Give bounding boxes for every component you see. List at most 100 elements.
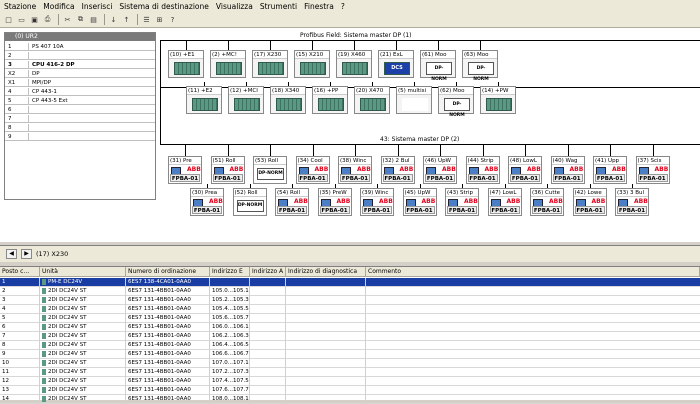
fpba-node[interactable]: (36) Cutte ABB FPBA-01 bbox=[530, 188, 564, 216]
dp-slave-node[interactable]: (15) X210 bbox=[294, 50, 330, 78]
cell-text: 106.2...106.3 bbox=[212, 333, 249, 339]
menu-item-2[interactable]: Inserisci bbox=[82, 2, 113, 11]
menu-item-0[interactable]: Stazione bbox=[4, 2, 36, 11]
fpba-node[interactable]: (31) Pre ABB FPBA-01 bbox=[168, 156, 202, 184]
fpba-node[interactable]: (38) Winc ABB FPBA-01 bbox=[338, 156, 372, 184]
dp-slave-node[interactable]: (17) X230 bbox=[252, 50, 288, 78]
menu-item-7[interactable]: ? bbox=[341, 2, 345, 11]
menu-item-3[interactable]: Sistema di destinazione bbox=[119, 2, 208, 11]
rack-slot[interactable]: 5 CP 443-5 Ext bbox=[5, 97, 155, 105]
dp-slave-node[interactable]: (5) multisi bbox=[396, 86, 432, 114]
fpba-node[interactable]: (54) Roll ABB FPBA-01 bbox=[275, 188, 309, 216]
table-cell: 2DI DC24V ST bbox=[40, 368, 126, 377]
fpba-node[interactable]: (35) PreW ABB FPBA-01 bbox=[317, 188, 352, 216]
fpba-node[interactable]: (37) Scis ABB FPBA-01 bbox=[635, 156, 670, 184]
dp-slave-node[interactable]: (61) Moo DP-NORM bbox=[420, 50, 456, 82]
fpba-node[interactable]: (52) Roll DP-NORM bbox=[232, 188, 267, 216]
dp-slave-node[interactable]: (20) X470 bbox=[354, 86, 390, 114]
catalog-icon[interactable]: ☰ bbox=[141, 14, 152, 25]
table-row[interactable]: 6 2DI DC24V ST 6ES7 131-4BB01-0AA0 106.0...… bbox=[0, 323, 700, 332]
fpba-node[interactable]: (40) Wag ABB FPBA-01 bbox=[550, 156, 585, 184]
dp-slave-node[interactable]: (10) +E1 bbox=[168, 50, 204, 78]
fpba-node[interactable]: (42) Lowe ABB FPBA-01 bbox=[572, 188, 607, 216]
bus-drop-line bbox=[567, 144, 569, 156]
rack-slot[interactable]: 7 bbox=[5, 115, 155, 123]
column-header[interactable]: Indirizzo di diagnostica bbox=[286, 267, 366, 277]
table-row[interactable]: 11 2DI DC24V ST 6ES7 131-4BB01-0AA0 107.2..… bbox=[0, 368, 700, 377]
rack-slot[interactable]: 2 bbox=[5, 52, 155, 60]
fpba-node[interactable]: (51) Roll ABB FPBA-01 bbox=[210, 156, 245, 184]
back-arrow-icon[interactable]: ◀ bbox=[6, 249, 17, 259]
rack-slot[interactable]: X2 DP bbox=[5, 70, 155, 78]
cut-icon[interactable]: ✂ bbox=[62, 14, 73, 25]
table-row[interactable]: 10 2DI DC24V ST 6ES7 131-4BB01-0AA0 107.0..… bbox=[0, 359, 700, 368]
menu-item-4[interactable]: Visualizza bbox=[216, 2, 253, 11]
fpba-node[interactable]: (53) Roll DP-NORM bbox=[253, 156, 287, 184]
fpba-node[interactable]: (47) LowL ABB FPBA-01 bbox=[487, 188, 522, 216]
menu-item-1[interactable]: Modifica bbox=[43, 2, 74, 11]
copy-icon[interactable]: ⧉ bbox=[75, 14, 86, 25]
table-row[interactable]: 12 2DI DC24V ST 6ES7 131-4BB01-0AA0 107.4..… bbox=[0, 377, 700, 386]
rack-slot[interactable]: 1 PS 407 10A bbox=[5, 43, 155, 51]
column-header[interactable]: Commento bbox=[366, 267, 700, 277]
upload-icon[interactable]: ↑ bbox=[121, 14, 132, 25]
fpba-node[interactable]: (43) Strip ABB FPBA-01 bbox=[445, 188, 479, 216]
dp-slave-node[interactable]: (2) +MC! bbox=[210, 50, 246, 78]
table-row[interactable]: 1 PM-E DC24V 6ES7 138-4CA01-0AA0 bbox=[0, 278, 700, 287]
fpba-node[interactable]: (39) Winc ABB FPBA-01 bbox=[360, 188, 394, 216]
menu-item-5[interactable]: Strumenti bbox=[260, 2, 297, 11]
dp-slave-node[interactable]: (19) X460 bbox=[336, 50, 372, 78]
rack-slot[interactable]: 6 bbox=[5, 106, 155, 114]
fpba-node[interactable]: (44) Strip ABB FPBA-01 bbox=[465, 156, 500, 184]
fpba-node[interactable]: (41) Upp ABB FPBA-01 bbox=[593, 156, 627, 184]
fpba-node[interactable]: (48) LowL ABB FPBA-01 bbox=[508, 156, 542, 184]
table-row[interactable]: 7 2DI DC24V ST 6ES7 131-4BB01-0AA0 106.2...… bbox=[0, 332, 700, 341]
rack-slot[interactable]: 8 bbox=[5, 124, 155, 132]
rack-title: (0) UR2 bbox=[5, 33, 155, 41]
forward-arrow-icon[interactable]: ▶ bbox=[21, 249, 32, 259]
table-row[interactable]: 4 2DI DC24V ST 6ES7 131-4BB01-0AA0 105.4...… bbox=[0, 305, 700, 314]
fpba-node[interactable]: (45) UpW ABB FPBA-01 bbox=[402, 188, 437, 216]
help-icon[interactable]: ? bbox=[167, 14, 178, 25]
menu-item-6[interactable]: Finestra bbox=[304, 2, 334, 11]
paste-icon[interactable]: ▤ bbox=[88, 14, 99, 25]
column-header[interactable]: Indirizzo E bbox=[210, 267, 250, 277]
dp-slave-node[interactable]: (18) X340 bbox=[270, 86, 306, 114]
fpba-node[interactable]: (32) 2 Bul ABB FPBA-01 bbox=[380, 156, 415, 184]
dp-slave-node[interactable]: (62) Moo DP-NORM bbox=[438, 86, 474, 118]
abb-logo: ABB bbox=[506, 198, 521, 205]
fpba-node[interactable]: (46) UpW ABB FPBA-01 bbox=[423, 156, 457, 184]
table-row[interactable]: 3 2DI DC24V ST 6ES7 131-4BB01-0AA0 105.2...… bbox=[0, 296, 700, 305]
io-module-icon bbox=[174, 62, 200, 75]
table-row[interactable]: 5 2DI DC24V ST 6ES7 131-4BB01-0AA0 105.6...… bbox=[0, 314, 700, 323]
table-row[interactable]: 13 2DI DC24V ST 6ES7 131-4BB01-0AA0 107.6..… bbox=[0, 386, 700, 395]
column-header[interactable]: Numero di ordinazione bbox=[126, 267, 210, 277]
print-icon[interactable]: ⎙ bbox=[42, 14, 53, 25]
new-icon[interactable]: □ bbox=[3, 14, 14, 25]
column-header[interactable]: Unità bbox=[40, 267, 126, 277]
dp-slave-node[interactable]: (21) ExL DCS bbox=[378, 50, 414, 78]
fpba-node[interactable]: (34) Cool ABB FPBA-01 bbox=[295, 156, 330, 184]
dp-slave-node[interactable]: (14) +PW bbox=[480, 86, 516, 114]
column-header[interactable]: Posto c... bbox=[0, 267, 40, 277]
table-row[interactable]: 9 2DI DC24V ST 6ES7 131-4BB01-0AA0 106.6...… bbox=[0, 350, 700, 359]
rack-table[interactable]: (0) UR2 1 PS 407 10A 2 3 CPU 416-2 DP X2 DP X1 M… bbox=[4, 32, 156, 200]
node-label: (47) LowL bbox=[488, 189, 521, 197]
dp-slave-node[interactable]: (63) Moo DP-NORM bbox=[462, 50, 498, 82]
table-row[interactable]: 8 2DI DC24V ST 6ES7 131-4BB01-0AA0 106.4...… bbox=[0, 341, 700, 350]
table-row[interactable]: 2 2DI DC24V ST 6ES7 131-4BB01-0AA0 105.0...… bbox=[0, 287, 700, 296]
rack-slot[interactable]: 4 CP 443-1 bbox=[5, 88, 155, 96]
rack-slot[interactable]: X1 MPI/DP bbox=[5, 79, 155, 87]
fpba-node[interactable]: (30) Prea ABB FPBA-01 bbox=[190, 188, 224, 216]
rack-slot[interactable]: 3 CPU 416-2 DP bbox=[5, 61, 155, 69]
dp-slave-node[interactable]: (11) +E2 bbox=[186, 86, 222, 114]
dp-slave-node[interactable]: (16) +PP bbox=[312, 86, 348, 114]
column-header[interactable]: Indirizzo A bbox=[250, 267, 286, 277]
dp-slave-node[interactable]: (12) +MCI bbox=[228, 86, 264, 114]
open-icon[interactable]: ▭ bbox=[16, 14, 27, 25]
network-icon[interactable]: ⊞ bbox=[154, 14, 165, 25]
fpba-node[interactable]: (33) 3 Bul ABB FPBA-01 bbox=[615, 188, 649, 216]
save-icon[interactable]: ▣ bbox=[29, 14, 40, 25]
rack-slot[interactable]: 9 bbox=[5, 133, 155, 141]
download-icon[interactable]: ↓ bbox=[108, 14, 119, 25]
